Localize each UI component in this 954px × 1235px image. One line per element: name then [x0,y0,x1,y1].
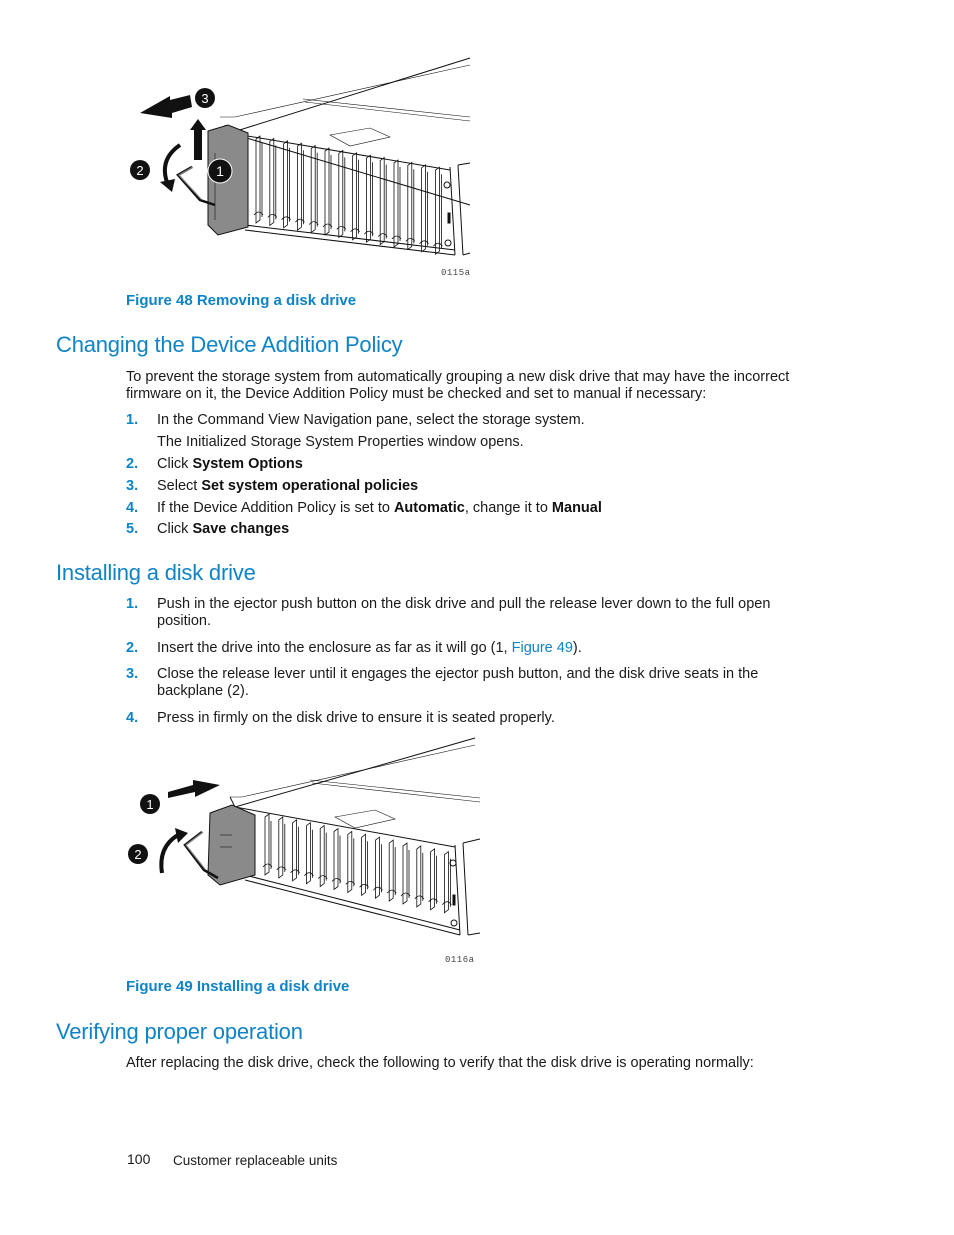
drive-bay-slot [377,156,388,246]
step-text: position. [157,613,212,629]
drive-bay-slot [373,836,383,899]
step-note: The Initialized Storage System Propertie… [157,434,524,450]
step-number: 4. [126,710,139,726]
drive-bay-slot [253,135,264,224]
svg-text:1: 1 [216,163,224,179]
svg-text:2: 2 [136,163,143,178]
arrow-push-in-icon [168,780,220,798]
ui-label-system-options: System Options [192,456,303,472]
step-number: 4. [126,500,139,516]
drive-bay-slot [331,827,342,891]
step-text: In the Command View Navigation pane, sel… [157,412,585,428]
footer-chapter-title: Customer replaceable units [173,1153,338,1168]
drive-bay-slot [364,154,374,243]
step-text: ). [572,640,582,656]
step-number: 3. [126,666,139,682]
drive-bay-slot [428,848,438,911]
drive-bay-slot [345,830,356,894]
section-3-intro: After replacing the disk drive, check th… [126,1055,754,1071]
step-text: If the Device Addition Policy is set to [157,500,394,516]
drive-bay-slot [276,816,287,879]
section-heading-verifying-operation: Verifying proper operation [56,1019,303,1044]
drive-bay-slot [281,140,291,229]
drive-bay-slot [433,166,443,255]
drive-bay-slot [400,842,411,905]
drive-bay-slot [419,164,429,253]
drive-bay-slot [308,144,319,234]
page-number: 100 [127,1151,151,1167]
svg-text:2: 2 [134,847,141,862]
arrow-up-icon [190,119,206,160]
figure-49-code: 0116a [445,955,475,965]
drive-bay-slot [350,152,360,241]
step-text: Press in firmly on the disk drive to ens… [157,710,555,726]
section-1-intro: To prevent the storage system from autom… [126,369,790,402]
svg-text:1: 1 [146,797,153,812]
drive-bay-slot [317,824,328,888]
arrow-rotate-down-icon [160,143,182,192]
step-number: 3. [126,478,139,494]
svg-text:3: 3 [201,91,208,106]
drive-bay-slot [304,821,314,885]
drive-bay-slot [295,142,305,231]
step-number: 2. [126,640,139,656]
figure-48-caption: Figure 48 Removing a disk drive [126,292,357,309]
figure-49-caption: Figure 49 Installing a disk drive [126,978,350,995]
enclosure-chassis [229,737,481,936]
callout-2-icon: 2 [130,160,150,180]
step-number: 2. [126,456,139,472]
ui-label-manual: Manual [551,500,602,516]
step-number: 1. [126,412,139,428]
disk-drive-carrier [183,804,256,886]
drive-bay-slot [290,819,300,882]
ui-label-automatic: Automatic [393,500,465,516]
section-heading-installing-disk-drive: Installing a disk drive [56,560,256,585]
drive-bay-slot [267,137,278,227]
drive-bay-slot [442,850,452,914]
arrow-rotate-up-icon [159,828,188,874]
callout-1-icon: 1 [140,794,160,814]
figure-49-link[interactable]: Figure 49 [512,640,573,656]
arrow-pull-out-icon [140,95,192,118]
step-text: Select [157,478,202,494]
drive-bay-slot [414,845,425,908]
figure-48-code: 0115a [441,268,471,278]
step-text: Insert the drive into the enclosure as f… [157,640,512,656]
step-text: , change it to [464,500,552,516]
drive-bay-slot [405,161,416,251]
step-text: Push in the ejector push button on the d… [157,596,771,612]
step-number: 5. [126,521,139,537]
drive-bay-slot [262,813,273,876]
step-text: backplane (2). [157,683,249,699]
drive-bay-slot [386,839,397,902]
drive-bay-slot [359,833,369,897]
drive-bay-slot [391,159,402,248]
figure-49-illustration: 1 2 [128,737,481,936]
callout-2-icon: 2 [128,844,148,864]
callout-3-icon: 3 [195,88,215,108]
callout-1-icon: 1 [207,158,233,184]
step-text: Click [157,521,193,537]
step-text: Close the release lever until it engages… [157,666,759,682]
section-heading-device-addition-policy: Changing the Device Addition Policy [56,332,403,357]
drive-bays [253,135,443,255]
step-text: Click [157,456,193,472]
drive-bay-slot [336,149,347,239]
ui-label-set-policies: Set system operational policies [201,478,419,494]
figure-48-illustration: 3 2 1 [130,57,471,256]
ui-label-save-changes: Save changes [192,521,290,537]
step-number: 1. [126,596,139,612]
